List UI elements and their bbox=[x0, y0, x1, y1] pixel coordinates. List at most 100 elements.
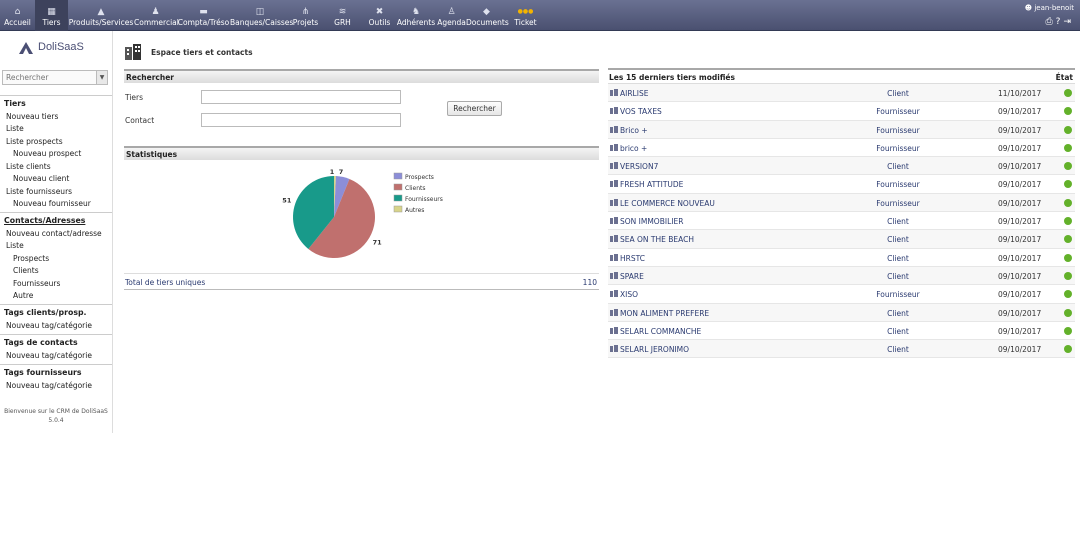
sidebar-item[interactable]: Liste bbox=[0, 123, 112, 136]
thirdparty-name-link[interactable]: HRSTC bbox=[620, 254, 645, 263]
stats-pie-chart: 1 7 71 51 Prospects Clients Fournisseurs Autres bbox=[282, 168, 443, 258]
menu-section-title[interactable]: Tags fournisseurs bbox=[0, 367, 112, 380]
sidebar-item[interactable]: Prospects bbox=[0, 253, 112, 266]
modified-date: 09/10/2017 bbox=[998, 217, 1042, 227]
company-icon bbox=[610, 308, 618, 316]
sidebar-item[interactable]: Nouveau fournisseur bbox=[0, 198, 112, 211]
legend-swatch bbox=[393, 194, 403, 202]
thirdparty-name-link[interactable]: Brico + bbox=[620, 126, 648, 135]
tools-icon: ✖ bbox=[375, 7, 384, 17]
sidebar-item[interactable]: Liste fournisseurs bbox=[0, 186, 112, 199]
menu-section-title[interactable]: Tiers bbox=[0, 98, 112, 111]
menu-section: Tags clients/prosp. Nouveau tag/catégorie bbox=[0, 304, 112, 332]
sidebar-item[interactable]: Liste clients bbox=[0, 161, 112, 174]
thirdparty-name-link[interactable]: SELARL COMMANCHE bbox=[620, 327, 701, 336]
sidebar-item[interactable]: Liste prospects bbox=[0, 136, 112, 149]
thirdparty-name-link[interactable]: FRESH ATTITUDE bbox=[620, 180, 683, 189]
user-name[interactable]: jean-benoit bbox=[1034, 4, 1074, 12]
logout-icon[interactable]: ⇥ bbox=[1063, 17, 1074, 27]
thirdparty-name-link[interactable]: SON IMMOBILIER bbox=[620, 217, 683, 226]
table-row: SELARL JERONIMO Client 09/10/2017 bbox=[608, 340, 1075, 359]
thirdparty-type: Client bbox=[887, 345, 909, 355]
status-active-icon bbox=[1064, 253, 1072, 262]
contact-input[interactable] bbox=[201, 113, 401, 127]
state-header: État bbox=[1055, 73, 1073, 82]
sidebar-item[interactable]: Nouveau tag/catégorie bbox=[0, 350, 112, 363]
menu-produits-services[interactable]: ▲ Produits/Services bbox=[68, 0, 134, 31]
left-sidebar: DoliSaaS ▼ TiersNouveau tiersListeListe … bbox=[0, 31, 113, 433]
print-icon[interactable]: ⎙ bbox=[1045, 17, 1055, 27]
menu-label: Accueil bbox=[4, 18, 31, 27]
menu-section: Tags fournisseurs Nouveau tag/catégorie bbox=[0, 364, 112, 392]
logo[interactable]: DoliSaaS bbox=[18, 41, 98, 57]
menu-adh-rents[interactable]: ♞ Adhérents bbox=[395, 0, 437, 31]
modified-date: 09/10/2017 bbox=[998, 253, 1042, 263]
table-row: HRSTC Client 09/10/2017 bbox=[608, 249, 1075, 267]
sitemap-icon: ⋔ bbox=[301, 7, 310, 17]
documents-icon: ◆ bbox=[483, 7, 490, 17]
menu-commercial[interactable]: ♟ Commercial bbox=[134, 0, 179, 31]
menu-label: Adhérents bbox=[396, 18, 436, 27]
status-active-icon bbox=[1064, 198, 1072, 207]
briefcase-icon: ≋ bbox=[338, 7, 347, 17]
menu-projets[interactable]: ⋔ Projets bbox=[290, 0, 321, 31]
menu-section-title[interactable]: Tags de contacts bbox=[0, 337, 112, 350]
company-icon bbox=[610, 162, 618, 170]
sidebar-item[interactable]: Autre bbox=[0, 290, 112, 303]
menu-label: Tiers bbox=[42, 18, 61, 27]
thirdparty-name-link[interactable]: SELARL JERONIMO bbox=[620, 345, 689, 354]
thirdparty-name-link[interactable]: VERSION7 bbox=[620, 162, 658, 171]
menu-banques-caisses[interactable]: ◫ Banques/Caisses bbox=[230, 0, 293, 31]
modified-date: 09/10/2017 bbox=[998, 308, 1042, 318]
thirdparty-name-link[interactable]: VOS TAXES bbox=[620, 107, 662, 116]
menu-label: Produits/Services bbox=[68, 18, 134, 27]
status-active-icon bbox=[1064, 107, 1072, 116]
thirdparty-name-link[interactable]: brico + bbox=[620, 144, 647, 153]
menu-section-title[interactable]: Tags clients/prosp. bbox=[0, 307, 112, 320]
thirdparty-name-link[interactable]: XISO bbox=[620, 290, 638, 299]
thirdparty-name-link[interactable]: SEA ON THE BEACH bbox=[620, 235, 694, 244]
legend-label: Fournisseurs bbox=[405, 196, 443, 203]
status-active-icon bbox=[1064, 290, 1072, 299]
thirdparty-type: Client bbox=[887, 253, 909, 263]
menu-ticket[interactable]: ●●● Ticket bbox=[507, 0, 544, 31]
modified-date: 11/10/2017 bbox=[998, 89, 1042, 98]
pie-value-label: 71 bbox=[373, 238, 383, 246]
menu-tiers[interactable]: ▦ Tiers bbox=[35, 0, 68, 31]
sidebar-item[interactable]: Nouveau prospect bbox=[0, 148, 112, 161]
logo-text: DoliSaaS bbox=[38, 41, 84, 53]
sidebar-search-input[interactable] bbox=[3, 71, 93, 84]
tiers-input[interactable] bbox=[201, 90, 401, 104]
modified-date: 09/10/2017 bbox=[998, 271, 1042, 281]
search-button[interactable]: Rechercher bbox=[447, 101, 502, 116]
thirdparty-name-link[interactable]: SPARE bbox=[620, 272, 644, 281]
modified-date: 09/10/2017 bbox=[998, 198, 1042, 208]
sidebar-item[interactable]: Nouveau contact/adresse bbox=[0, 228, 112, 241]
sidebar-item[interactable]: Fournisseurs bbox=[0, 278, 112, 291]
menu-compta-tr-so[interactable]: ▬ Compta/Tréso bbox=[177, 0, 230, 31]
sidebar-item[interactable]: Nouveau tag/catégorie bbox=[0, 320, 112, 333]
sidebar-item[interactable]: Nouveau client bbox=[0, 173, 112, 186]
menu-agenda[interactable]: ♙ Agenda bbox=[437, 0, 466, 31]
menu-section: Tags de contacts Nouveau tag/catégorie bbox=[0, 334, 112, 362]
menu-outils[interactable]: ✖ Outils bbox=[364, 0, 395, 31]
menu-accueil[interactable]: ⌂ Accueil bbox=[0, 0, 35, 31]
sidebar-item[interactable]: Clients bbox=[0, 265, 112, 278]
company-icon bbox=[610, 143, 618, 151]
chevron-down-icon[interactable]: ▼ bbox=[96, 71, 107, 84]
ticket-icon: ●●● bbox=[517, 8, 534, 15]
menu-grh[interactable]: ≋ GRH bbox=[321, 0, 364, 31]
menu-section-title[interactable]: Contacts/Adresses bbox=[0, 215, 112, 228]
thirdparty-name-link[interactable]: AIRLISE bbox=[620, 89, 648, 98]
sidebar-item[interactable]: Liste bbox=[0, 240, 112, 253]
menu-documents[interactable]: ◆ Documents bbox=[466, 0, 509, 31]
thirdparty-type: Fournisseur bbox=[876, 143, 920, 153]
sidebar-item[interactable]: Nouveau tag/catégorie bbox=[0, 380, 112, 393]
menu-label: Documents bbox=[466, 18, 509, 27]
modified-date: 09/10/2017 bbox=[998, 235, 1042, 245]
sidebar-item[interactable]: Nouveau tiers bbox=[0, 111, 112, 124]
thirdparty-name-link[interactable]: MON ALIMENT PREFERE bbox=[620, 309, 709, 318]
thirdparty-name-link[interactable]: LE COMMERCE NOUVEAU bbox=[620, 199, 715, 208]
modified-date: 09/10/2017 bbox=[998, 125, 1042, 135]
thirdparty-type: Client bbox=[887, 217, 909, 227]
